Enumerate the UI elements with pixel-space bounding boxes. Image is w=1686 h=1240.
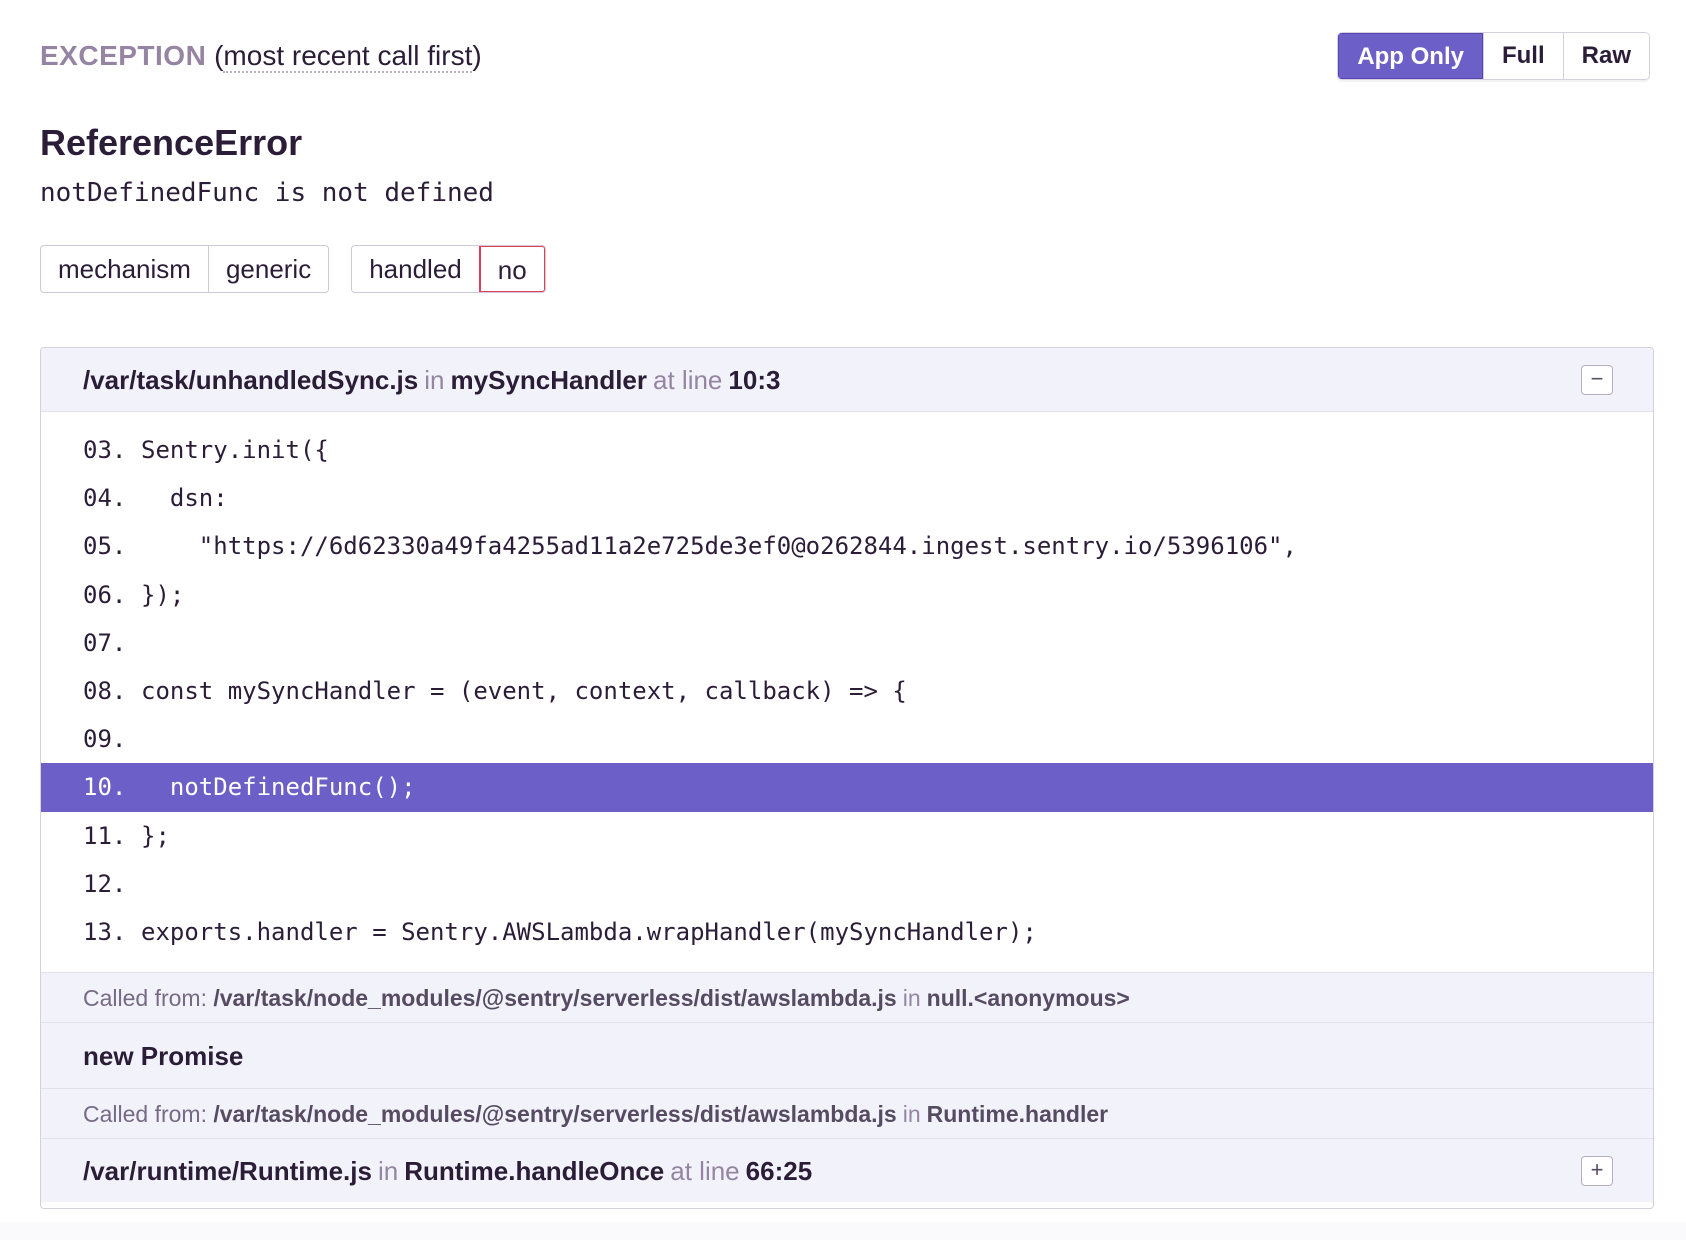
view-toggle-group: App Only Full Raw	[1337, 32, 1650, 80]
called-from-in: in	[902, 985, 921, 1012]
frame-location: 10:3	[728, 365, 781, 395]
frame-new-promise: new Promise	[41, 1022, 1653, 1089]
line-number: 10.	[83, 773, 127, 802]
frame-header[interactable]: /var/runtime/Runtime.js in Runtime.handleO…	[41, 1138, 1653, 1203]
code-line: 03. Sentry.init({	[41, 426, 1653, 474]
frame-in-label: in	[424, 365, 445, 395]
frame-function: Runtime.handleOnce	[404, 1156, 665, 1187]
tag-value: generic	[207, 246, 328, 292]
called-from-row: Called from: /var/task/node_modules/@sen…	[41, 1088, 1653, 1139]
collapse-frame-button[interactable]: −	[1581, 365, 1613, 395]
called-from-in: in	[902, 1101, 921, 1128]
tag-handled[interactable]: handled no	[351, 245, 546, 293]
line-code: };	[141, 821, 170, 850]
code-line: 11.};	[41, 812, 1653, 860]
line-number: 11.	[83, 821, 127, 850]
app-only-button[interactable]: App Only	[1338, 33, 1483, 79]
frame-at-line-label: at line	[670, 1156, 740, 1187]
line-code: Sentry.init({	[141, 436, 329, 464]
exception-label: EXCEPTION	[40, 40, 207, 71]
line-number: 12.	[83, 869, 127, 898]
exception-tags: mechanism generic handled no	[40, 245, 546, 293]
code-line: 13. exports.handler = Sentry.AWSLambda.wr…	[41, 908, 1653, 956]
line-code: "https://6d62330a49fa4255ad11a2e725de3ef…	[141, 532, 1297, 561]
stack-trace: /var/task/unhandledSync.js in mySyncHandle…	[40, 347, 1654, 1209]
line-number: 04.	[83, 484, 127, 513]
expand-frame-button[interactable]: +	[1581, 1156, 1613, 1187]
tag-value: no	[478, 246, 545, 292]
exception-header: EXCEPTION (most recent call first) App O…	[40, 32, 1650, 82]
line-code: notDefinedFunc();	[141, 773, 416, 802]
code-line: 09.	[41, 715, 1653, 763]
frame-header[interactable]: /var/task/unhandledSync.js in mySyncHandle…	[41, 348, 1653, 412]
tag-key: mechanism	[58, 254, 191, 284]
called-from-label: Called from:	[83, 985, 207, 1012]
called-from-function: Runtime.handler	[926, 1101, 1109, 1128]
code-line: 07.	[41, 619, 1653, 667]
called-from-function: null.<anonymous>	[926, 985, 1130, 1012]
frame-at-line-label: at line	[653, 365, 723, 395]
code-line: 12.	[41, 860, 1653, 908]
called-from-path: /var/task/node_modules/@sentry/serverles…	[213, 1101, 897, 1128]
error-message: notDefinedFunc is not defined	[40, 178, 494, 208]
line-number: 09.	[83, 725, 127, 754]
call-order-tooltip-trigger[interactable]: most recent call first	[223, 40, 473, 73]
called-from-path: /var/task/node_modules/@sentry/serverles…	[213, 985, 897, 1012]
code-line: 04. dsn:	[41, 474, 1653, 522]
error-type: ReferenceError	[40, 122, 303, 163]
exception-title: EXCEPTION (most recent call first)	[40, 40, 482, 73]
full-button[interactable]: Full	[1482, 33, 1563, 79]
line-number: 08.	[83, 676, 127, 705]
line-code: });	[141, 580, 185, 609]
tag-mechanism[interactable]: mechanism generic	[40, 245, 330, 293]
line-number: 13.	[83, 917, 127, 946]
line-code: dsn:	[141, 484, 228, 513]
line-number: 06.	[83, 580, 127, 609]
tag-key: handled	[369, 254, 462, 284]
line-code: const mySyncHandler = (event, context, c…	[141, 676, 907, 705]
line-number: 03.	[83, 436, 127, 464]
frame-function: mySyncHandler	[450, 365, 648, 395]
line-number: 07.	[83, 628, 127, 657]
code-line-active: 10. notDefinedFunc();	[41, 763, 1653, 812]
frame-in-label: in	[377, 1156, 399, 1187]
line-number: 05.	[83, 532, 127, 561]
frame-file: /var/task/unhandledSync.js	[83, 365, 419, 395]
code-line: 05. "https://6d62330a49fa4255ad11a2e725d…	[41, 522, 1653, 570]
called-from-label: Called from:	[83, 1101, 207, 1128]
raw-button[interactable]: Raw	[1562, 33, 1649, 79]
line-code: exports.handler = Sentry.AWSLambda.wrapH…	[141, 917, 1037, 946]
page-footer-strip	[0, 1222, 1686, 1240]
called-from-row: Called from: /var/task/node_modules/@sen…	[41, 972, 1653, 1023]
frame-file: /var/runtime/Runtime.js	[83, 1156, 372, 1187]
code-line: 06.});	[41, 571, 1653, 619]
frame-location: 66:25	[745, 1156, 813, 1187]
code-line: 08. const mySyncHandler = (event, context…	[41, 667, 1653, 715]
code-context: 03. Sentry.init({ 04. dsn: 05. "https://6…	[41, 412, 1653, 972]
